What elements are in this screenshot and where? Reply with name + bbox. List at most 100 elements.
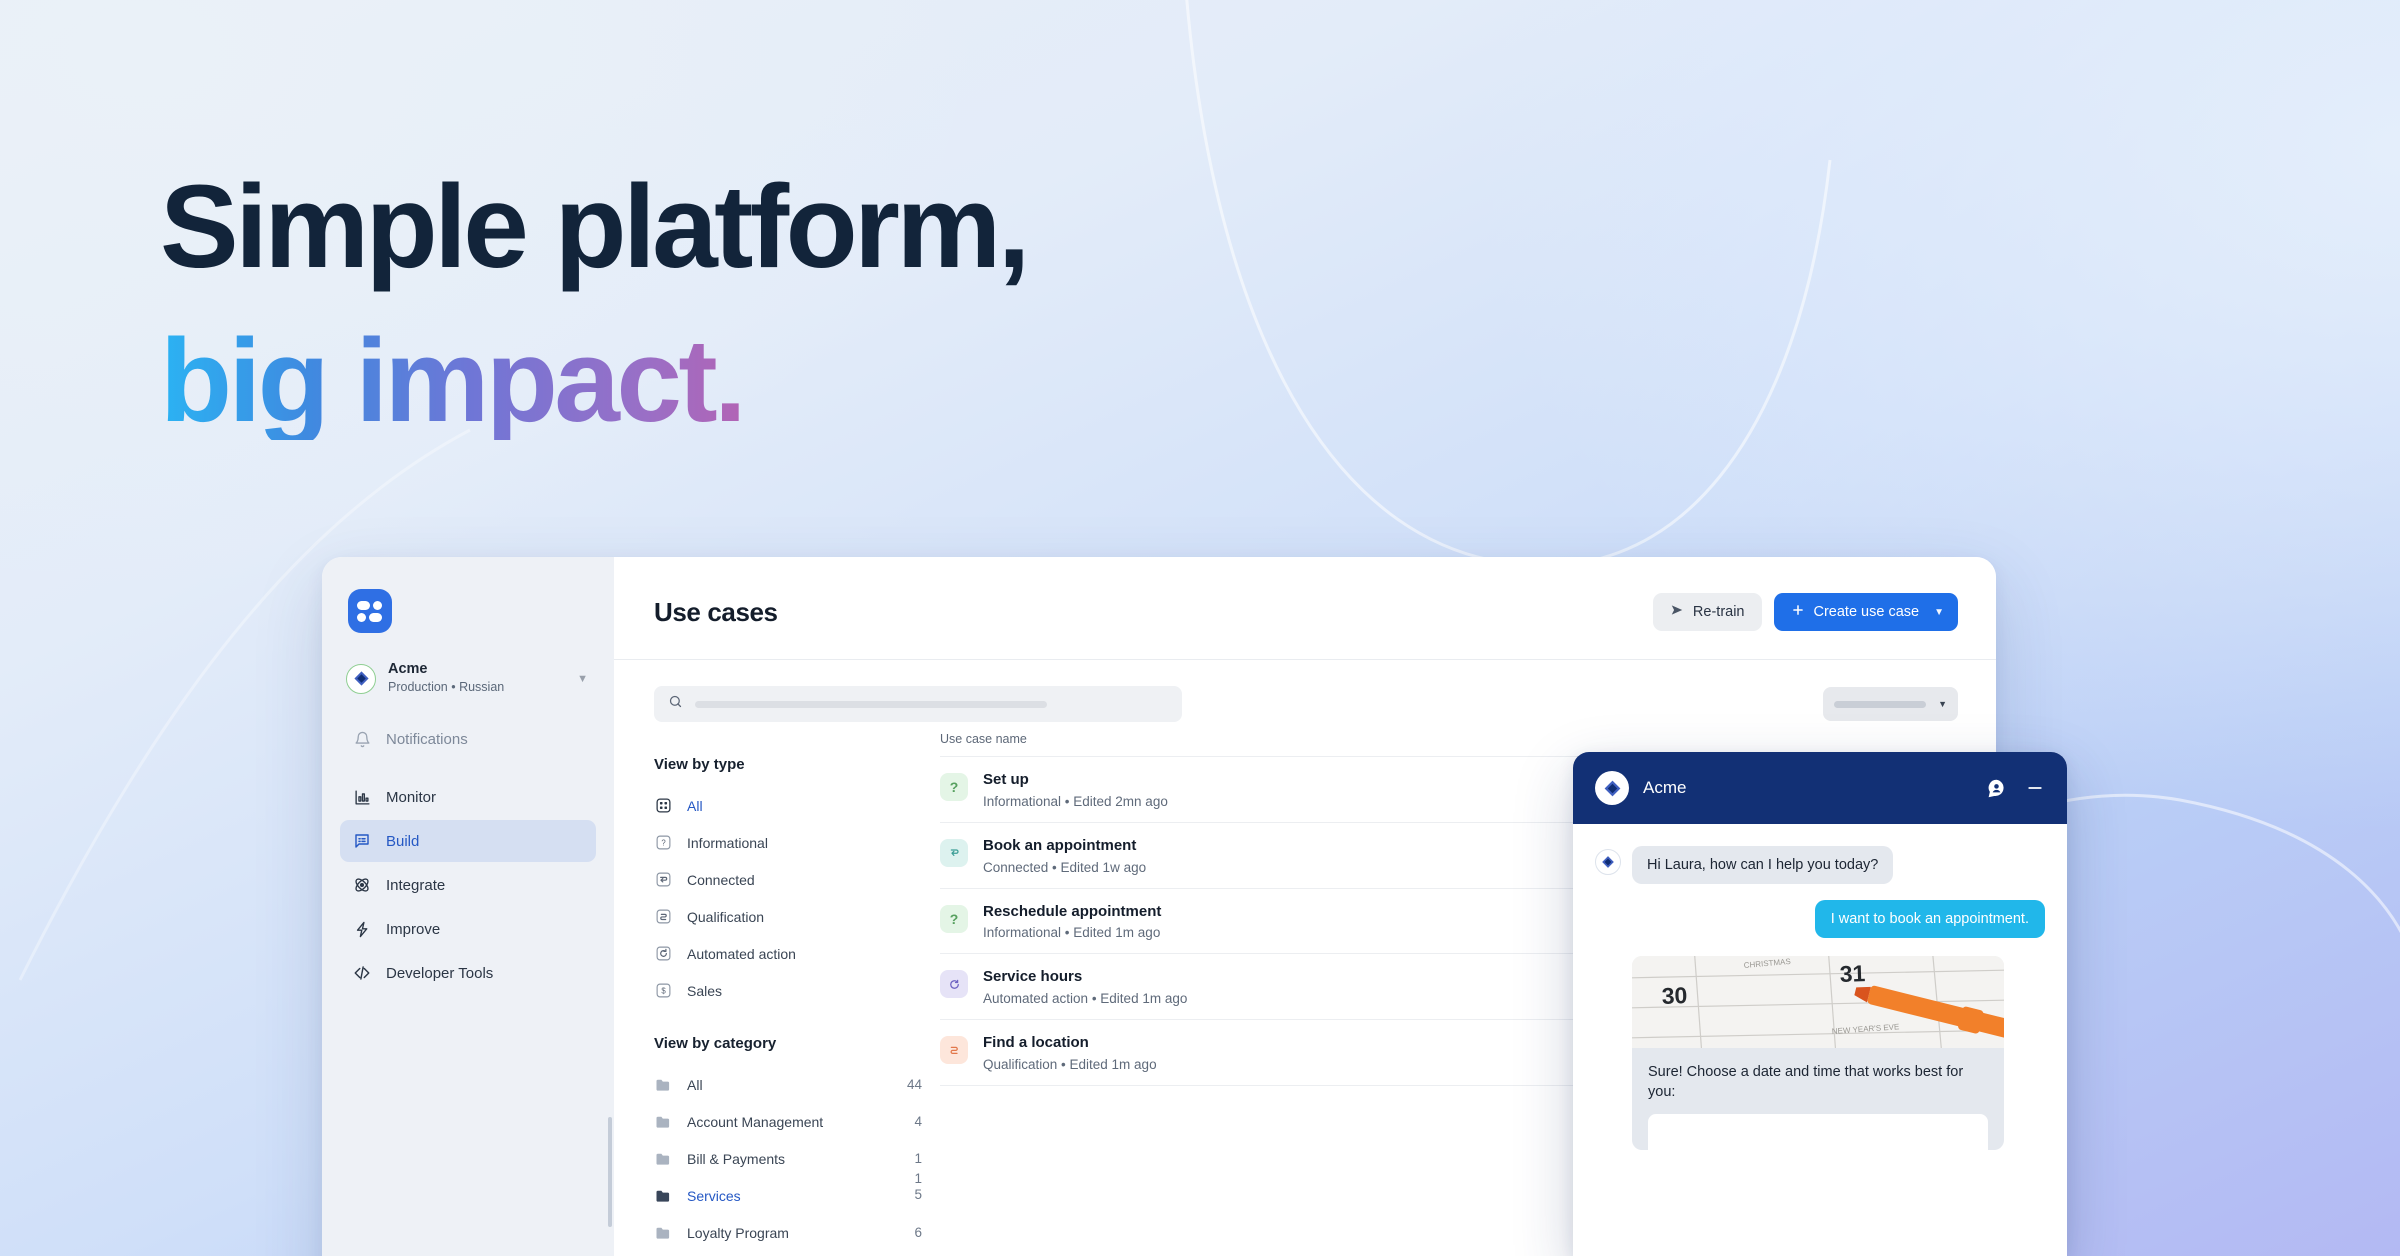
category-filter-loyalty-program[interactable]: Loyalty Program 6: [654, 1214, 922, 1251]
use-case-meta: Informational • Edited 2mn ago: [983, 793, 1168, 809]
chat-bubble-text: Hi Laura, how can I help you today?: [1632, 846, 1894, 884]
category-filter-account-management[interactable]: Account Management 4: [654, 1103, 922, 1140]
svg-text:30: 30: [1661, 982, 1687, 1009]
chat-message-user: I want to book an appointment.: [1595, 900, 2045, 938]
type-filter-label: All: [687, 797, 703, 814]
question-mark-icon: ?: [940, 904, 968, 933]
view-by-type-title: View by type: [654, 756, 745, 773]
chat-bubble-list-icon: [352, 832, 372, 850]
sidebar-item-integrate[interactable]: Integrate: [340, 864, 596, 906]
chevron-down-icon[interactable]: ▼: [1934, 607, 1944, 618]
type-filter-connected[interactable]: Connected: [654, 861, 922, 898]
create-use-case-label: Create use case: [1813, 604, 1920, 620]
header-actions: Re-train Create use case ▼: [1652, 593, 1958, 631]
refresh-icon: [654, 945, 673, 962]
sidebar-item-monitor[interactable]: Monitor: [340, 776, 596, 818]
sidebar-item-label: Developer Tools: [386, 964, 494, 982]
type-filter-label: Qualification: [687, 908, 765, 925]
category-count: 1: [914, 1151, 922, 1166]
category-filter-label: Loyalty Program: [687, 1224, 789, 1241]
folder-icon: [654, 1115, 673, 1129]
category-filter-services[interactable]: Services 15: [654, 1171, 922, 1214]
category-filter-label: Account Management: [687, 1113, 824, 1130]
minimize-dash-icon[interactable]: [2025, 778, 2045, 798]
create-use-case-button[interactable]: Create use case ▼: [1773, 593, 1958, 631]
sidebar: Acme Production • Russian ▼ Notification…: [322, 557, 614, 1256]
hero-headline: Simple platform, big impact.: [160, 161, 1030, 440]
use-case-meta: Qualification • Edited 1m ago: [983, 1056, 1157, 1072]
chat-header: Acme: [1573, 752, 2067, 824]
folder-icon: [654, 1226, 673, 1240]
chat-message-bot: Hi Laura, how can I help you today?: [1595, 846, 2045, 884]
retrain-label: Re-train: [1692, 604, 1745, 620]
category-count: 44: [906, 1077, 922, 1092]
page-title: Use cases: [654, 596, 778, 627]
search-icon: [668, 694, 683, 714]
search-placeholder-bar: [695, 700, 1047, 708]
sidebar-item-label: Improve: [386, 920, 441, 938]
chevron-down-icon: ▼: [577, 672, 588, 685]
category-count: 15: [914, 1170, 922, 1202]
bar-chart-icon: [352, 789, 372, 806]
folder-icon: [654, 1152, 673, 1166]
svg-text:?: ?: [661, 839, 666, 848]
type-filter-qualification[interactable]: Qualification: [654, 898, 922, 935]
refresh-icon: [940, 970, 968, 999]
plus-icon: [1791, 603, 1805, 621]
bell-icon: [352, 731, 372, 748]
hero-headline-line1: Simple platform,: [160, 161, 1030, 293]
sidebar-item-improve[interactable]: Improve: [340, 908, 596, 950]
svg-text:$: $: [661, 987, 666, 996]
category-filter-bill-payments[interactable]: Bill & Payments 1: [654, 1140, 922, 1177]
send-arrow-icon: [1670, 603, 1684, 621]
category-filter-label: Services: [687, 1187, 741, 1204]
sidebar-scrollbar[interactable]: [608, 1117, 612, 1227]
use-case-name: Service hours: [983, 968, 1083, 986]
use-case-name: Reschedule appointment: [983, 902, 1162, 920]
chat-widget: Acme Hi Laura, how can I help you today?…: [1573, 752, 2067, 1256]
hero-headline-line2: big impact.: [160, 322, 1027, 440]
sidebar-item-notifications[interactable]: Notifications: [340, 718, 596, 760]
atom-icon: [352, 876, 372, 894]
sidebar-item-build[interactable]: Build: [340, 820, 596, 863]
view-by-category-title: View by category: [654, 1035, 777, 1052]
svg-text:31: 31: [1839, 960, 1866, 987]
lightning-bolt-icon: [352, 921, 372, 938]
acme-diamond-logo-icon: [1595, 771, 1629, 805]
sidebar-item-developer-tools[interactable]: Developer Tools: [340, 952, 596, 994]
use-case-name: Book an appointment: [983, 836, 1137, 854]
category-filter-label: All: [687, 1076, 703, 1093]
type-filter-sales[interactable]: $ Sales: [654, 972, 922, 1009]
retrain-button[interactable]: Re-train: [1652, 593, 1762, 631]
category-filter-all[interactable]: All 44: [654, 1066, 922, 1103]
grid-squares-icon: [654, 797, 673, 814]
sidebar-divider-space: [340, 762, 596, 776]
category-count: 6: [914, 1225, 922, 1240]
sidebar-item-label: Notifications: [386, 730, 468, 748]
type-filter-label: Sales: [687, 982, 723, 999]
chat-card-text: Sure! Choose a date and time that works …: [1648, 1064, 1964, 1100]
app-logo-icon[interactable]: [348, 589, 392, 633]
folder-icon: [654, 1189, 673, 1203]
dollar-icon: $: [654, 982, 673, 999]
acme-diamond-logo-icon: [346, 663, 376, 694]
agent-chat-icon[interactable]: [1986, 778, 2007, 799]
type-filter-automated-action[interactable]: Automated action: [654, 935, 922, 972]
search-input[interactable]: [654, 686, 1182, 722]
use-case-name: Find a location: [983, 1034, 1089, 1051]
qualification-icon: [940, 1036, 968, 1064]
use-case-meta: Connected • Edited 1w ago: [983, 859, 1147, 875]
chat-card-option[interactable]: [1648, 1114, 1988, 1150]
connected-arrow-icon: [654, 871, 673, 888]
type-filter-informational[interactable]: ? Informational: [654, 824, 922, 861]
folder-icon: [654, 1078, 673, 1092]
code-brackets-icon: [352, 964, 372, 982]
sort-select[interactable]: ▼: [1823, 687, 1958, 721]
calendar-photo: 30 31 CHRISTMAS NEW YEAR'S EVE: [1632, 956, 2004, 1048]
select-value-bar: [1834, 700, 1926, 708]
qualification-icon: [654, 908, 673, 925]
workspace-switcher[interactable]: Acme Production • Russian ▼: [340, 655, 596, 702]
workspace-name: Acme: [388, 661, 428, 677]
type-filter-all[interactable]: All: [654, 787, 922, 824]
list-toolbar: ▼: [614, 660, 1996, 722]
